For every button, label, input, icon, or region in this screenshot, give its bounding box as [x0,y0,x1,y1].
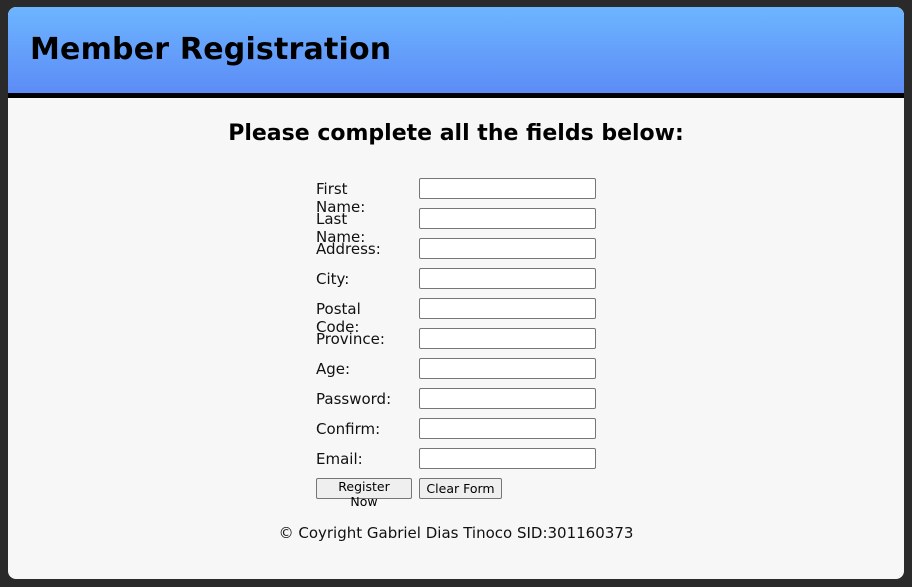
password-label: Password: [316,390,392,408]
form-instructions: Please complete all the fields below: [228,121,684,146]
register-now-button[interactable]: Register Now [316,478,412,509]
address-label: Address: [316,240,381,258]
postal-code-input[interactable] [419,298,596,319]
confirm-label: Confirm: [316,420,381,438]
city-input[interactable] [419,268,596,289]
address-input[interactable] [419,238,596,259]
clear-form-button[interactable]: Clear Form [419,478,502,499]
confirm-password-input[interactable] [419,418,596,439]
age-input[interactable] [419,358,596,379]
copyright-footer: © Coyright Gabriel Dias Tinoco SID:30116… [278,524,634,542]
email-input[interactable] [419,448,596,469]
password-input[interactable] [419,388,596,409]
page-header: Member Registration [8,7,904,98]
first-name-input[interactable] [419,178,596,199]
registration-card: Member Registration Please complete all … [8,7,904,579]
age-label: Age: [316,360,351,378]
email-label: Email: [316,450,363,468]
last-name-input[interactable] [419,208,596,229]
province-input[interactable] [419,328,596,349]
page-title: Member Registration [30,32,392,67]
city-label: City: [316,270,350,288]
province-label: Province: [316,330,385,348]
